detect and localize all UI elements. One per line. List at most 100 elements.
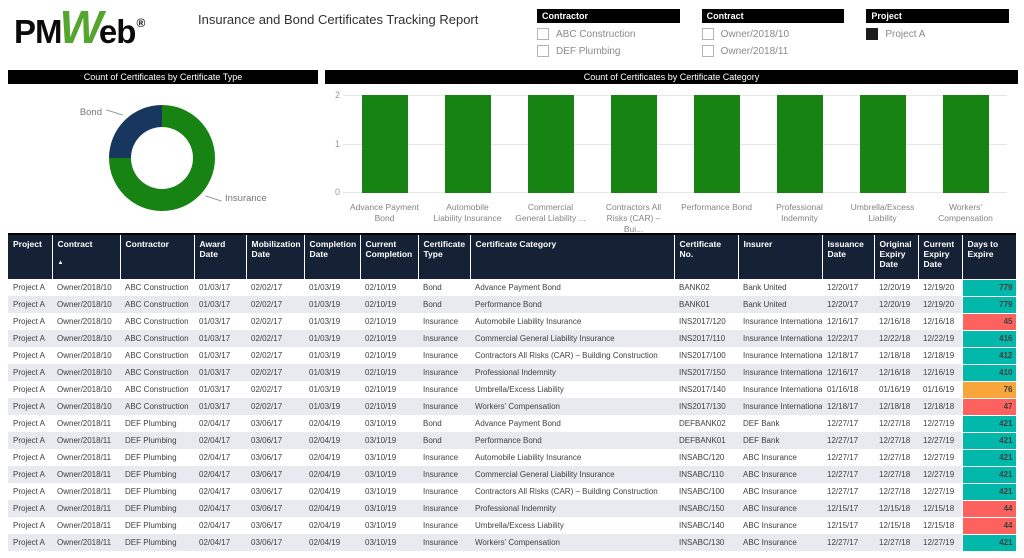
cell: 01/03/17	[199, 402, 231, 411]
column-header[interactable]: Certificate No.	[674, 233, 739, 279]
cell: INSABC/130	[679, 538, 725, 547]
column-header[interactable]: Project	[8, 233, 53, 279]
cell: INS2017/150	[679, 368, 726, 377]
slicer-item-label: Owner/2018/11	[720, 45, 789, 57]
checkbox-icon[interactable]	[537, 28, 549, 40]
table-row[interactable]: Project A Owner/2018/11 DEF Plumbing 02/04/…	[8, 516, 1017, 535]
column-header-label: Completion Date	[309, 239, 357, 259]
table-row[interactable]: Project A Owner/2018/11 DEF Plumbing 02/04/…	[8, 482, 1017, 501]
slicer-item[interactable]: Owner/2018/10	[701, 28, 845, 40]
column-header[interactable]: Issuance Date	[822, 233, 875, 279]
cell: 01/03/19	[309, 300, 341, 309]
cell: 02/04/17	[199, 470, 231, 479]
days-to-expire-cell: 44	[961, 499, 1017, 518]
table-row[interactable]: Project A Owner/2018/10 ABC Construction 01…	[8, 346, 1017, 365]
column-header[interactable]: Certificate Type	[418, 233, 471, 279]
cell: 01/03/19	[309, 402, 341, 411]
checkbox-icon[interactable]	[537, 45, 549, 57]
bar[interactable]	[361, 95, 408, 193]
checkbox-icon[interactable]	[701, 45, 714, 57]
cell: Insurance International	[743, 385, 822, 394]
table-row[interactable]: Project A Owner/2018/11 DEF Plumbing 02/04/…	[8, 414, 1017, 433]
table-row[interactable]: Project A Owner/2018/10 ABC Construction 01…	[8, 380, 1017, 399]
column-header[interactable]: Insurer	[738, 233, 823, 279]
slicer-item[interactable]: DEF Plumbing	[537, 45, 680, 57]
column-header[interactable]: Certificate Category	[470, 233, 675, 279]
column-header[interactable]: Completion Date	[304, 233, 361, 279]
cell: Insurance International	[743, 334, 822, 343]
cell: 02/02/17	[251, 368, 283, 377]
bar[interactable]	[942, 95, 989, 193]
table-row[interactable]: Project A Owner/2018/10 ABC Construction 01…	[8, 329, 1017, 348]
x-axis-category-label: Contractors All Risks (CAR) – Bui...	[605, 202, 662, 235]
cell: 02/04/19	[309, 470, 341, 479]
table-row[interactable]: Project A Owner/2018/11 DEF Plumbing 02/04/…	[8, 465, 1017, 484]
column-header[interactable]: Days to Expire	[962, 233, 1016, 279]
table-row[interactable]: Project A Owner/2018/11 DEF Plumbing 02/04/…	[8, 499, 1017, 518]
cell: ABC Construction	[125, 351, 189, 360]
slicer-contract: Contract Owner/2018/10 Owner/2018/11	[701, 9, 845, 57]
slicer-item-label: Project A	[885, 28, 926, 40]
bar[interactable]	[859, 95, 906, 193]
table-row[interactable]: Project A Owner/2018/11 DEF Plumbing 02/04/…	[8, 533, 1017, 552]
cell: 12/18/18	[923, 402, 955, 411]
cell: 12/27/17	[827, 538, 859, 547]
column-header[interactable]: Contractor	[120, 233, 195, 279]
column-header[interactable]: Mobilization Date	[246, 233, 305, 279]
slicer-contractor: Contractor ABC Construction DEF Plumbing	[537, 9, 680, 57]
cell: 12/27/17	[827, 419, 859, 428]
days-to-expire-cell: 45	[961, 312, 1017, 331]
cell: 03/06/17	[251, 538, 283, 547]
cell: 12/20/17	[827, 300, 859, 309]
column-header[interactable]: Current Expiry Date	[918, 233, 963, 279]
page-title: Insurance and Bond Certificates Tracking…	[198, 12, 479, 27]
cell: DEFBANK01	[679, 436, 726, 445]
slicer-item[interactable]: Owner/2018/11	[701, 45, 845, 57]
cell: Project A	[13, 300, 46, 309]
column-header[interactable]: Award Date	[194, 233, 247, 279]
cell: 12/27/19	[923, 470, 955, 479]
cell: Project A	[13, 351, 46, 360]
cell: 12/27/17	[827, 470, 859, 479]
column-header[interactable]: Contract ▲	[52, 233, 121, 279]
slicer-item[interactable]: ABC Construction	[537, 28, 680, 40]
cell: 02/04/19	[309, 487, 341, 496]
column-header[interactable]: Original Expiry Date	[874, 233, 919, 279]
table-row[interactable]: Project A Owner/2018/10 ABC Construction 01…	[8, 278, 1017, 297]
cell: 12/15/18	[923, 521, 955, 530]
cell: 12/27/17	[827, 436, 859, 445]
table-row[interactable]: Project A Owner/2018/10 ABC Construction 01…	[8, 397, 1017, 416]
cell: 01/16/19	[923, 385, 955, 394]
bar[interactable]	[776, 95, 823, 193]
checkbox-icon[interactable]	[866, 28, 879, 40]
x-axis-category-label: Commercial General Liability ...	[515, 202, 586, 224]
table-row[interactable]: Project A Owner/2018/11 DEF Plumbing 02/04/…	[8, 448, 1017, 467]
bar[interactable]	[444, 95, 491, 193]
checkbox-icon[interactable]	[701, 28, 714, 40]
cell: DEF Plumbing	[125, 453, 177, 462]
table-row[interactable]: Project A Owner/2018/10 ABC Construction 01…	[8, 312, 1017, 331]
bar-slot	[343, 95, 426, 193]
table-row[interactable]: Project A Owner/2018/10 ABC Construction 01…	[8, 295, 1017, 314]
donut-label-bond: Bond	[79, 107, 102, 118]
cell: 03/06/17	[251, 521, 283, 530]
cell: Insurance	[423, 385, 459, 394]
slicer-item[interactable]: Project A	[866, 28, 1009, 40]
bar[interactable]	[693, 95, 740, 193]
cell: Insurance	[423, 351, 459, 360]
callout-line-bond	[106, 109, 123, 116]
cell: 12/18/18	[879, 351, 911, 360]
cell: BANK01	[679, 300, 710, 309]
cell: 01/03/19	[309, 368, 341, 377]
column-header[interactable]: Current Completion	[360, 233, 419, 279]
cell: 12/16/18	[879, 317, 911, 326]
cell: Bond	[423, 283, 442, 292]
cell: 02/10/19	[365, 385, 397, 394]
days-to-expire-cell: 47	[961, 397, 1017, 416]
table-row[interactable]: Project A Owner/2018/10 ABC Construction 01…	[8, 363, 1017, 382]
bar[interactable]	[527, 95, 574, 193]
days-to-expire-cell: 779	[961, 278, 1017, 297]
cell: 12/15/17	[827, 521, 859, 530]
bar[interactable]	[610, 95, 657, 193]
table-row[interactable]: Project A Owner/2018/11 DEF Plumbing 02/04/…	[8, 431, 1017, 450]
